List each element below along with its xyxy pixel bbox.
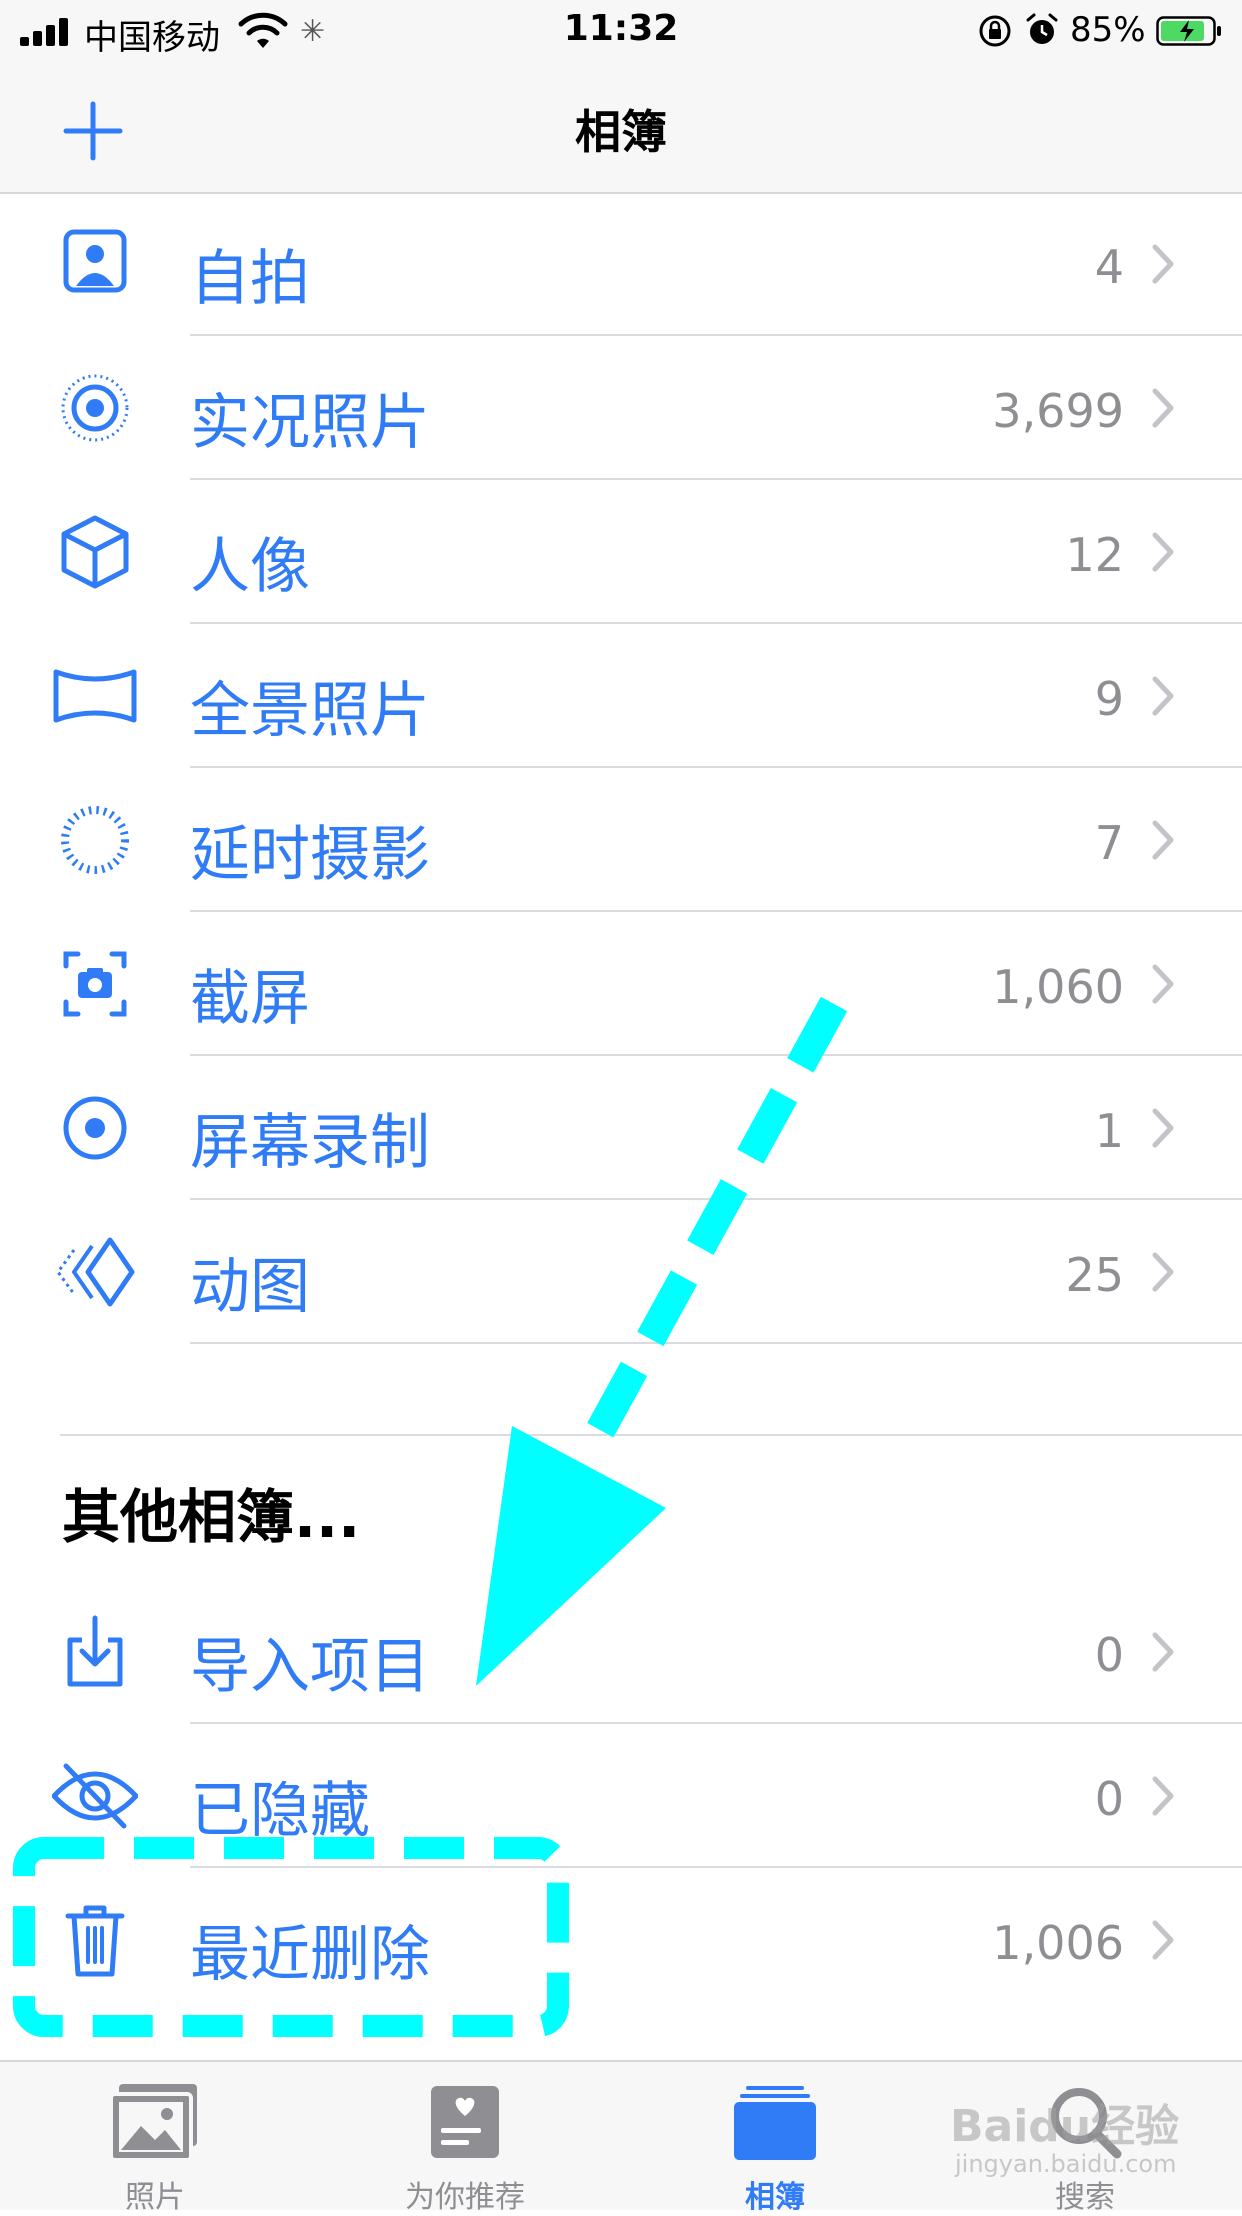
chevron-right-icon bbox=[1152, 1108, 1174, 1148]
album-count: 3,699 bbox=[992, 384, 1124, 438]
screen-recording-icon bbox=[63, 1096, 127, 1160]
chevron-right-icon bbox=[1152, 964, 1174, 1004]
other-albums-heading: 其他相簿... bbox=[62, 1483, 361, 1551]
album-count: 25 bbox=[1065, 1248, 1124, 1302]
album-count: 1 bbox=[1094, 1104, 1124, 1158]
album-row-selfie[interactable]: 自拍 4 bbox=[0, 192, 1242, 336]
hidden-eye-icon bbox=[52, 1763, 138, 1829]
album-row-panorama[interactable]: 全景照片 9 bbox=[0, 624, 1242, 768]
album-count: 4 bbox=[1094, 240, 1124, 294]
page-title: 相簿 bbox=[575, 105, 667, 159]
album-count: 0 bbox=[1094, 1628, 1124, 1682]
album-row-live-photos[interactable]: 实况照片 3,699 bbox=[0, 336, 1242, 480]
chevron-right-icon bbox=[1152, 676, 1174, 716]
alarm-icon bbox=[1026, 13, 1058, 44]
album-label: 自拍 bbox=[190, 244, 310, 314]
chevron-right-icon bbox=[1152, 1920, 1174, 1960]
battery-percent: 85% bbox=[1070, 10, 1146, 50]
tab-photos[interactable]: 照片 bbox=[0, 2062, 310, 2215]
album-count: 1,060 bbox=[992, 960, 1124, 1014]
chevron-right-icon bbox=[1152, 532, 1174, 572]
album-label: 动图 bbox=[190, 1252, 310, 1322]
album-label: 人像 bbox=[190, 532, 310, 602]
row-divider bbox=[190, 1342, 1242, 1344]
watermark-url: jingyan.baidu.com bbox=[955, 2150, 1177, 2178]
rotation-lock-icon bbox=[979, 15, 1011, 47]
watermark-logo: Baidu经验 bbox=[950, 2101, 1180, 2152]
chevron-right-icon bbox=[1152, 388, 1174, 428]
albums-tab-icon bbox=[734, 2086, 816, 2160]
tab-label: 为你推荐 bbox=[405, 2180, 525, 2215]
album-label: 已隐藏 bbox=[190, 1776, 370, 1846]
battery-charging-icon bbox=[1156, 16, 1221, 46]
plus-icon[interactable] bbox=[58, 96, 128, 166]
tab-label: 搜索 bbox=[1055, 2180, 1115, 2215]
trash-icon bbox=[65, 1905, 125, 1977]
tab-for-you[interactable]: 为你推荐 bbox=[310, 2062, 620, 2215]
photos-tab-icon bbox=[109, 2084, 197, 2162]
album-label: 全景照片 bbox=[190, 676, 430, 746]
album-count: 0 bbox=[1094, 1772, 1124, 1826]
album-row-recently-deleted[interactable]: 最近删除 1,006 bbox=[0, 1868, 1242, 2012]
album-row-timelapse[interactable]: 延时摄影 7 bbox=[0, 768, 1242, 912]
album-label: 屏幕录制 bbox=[190, 1108, 430, 1178]
chevron-right-icon bbox=[1152, 1776, 1174, 1816]
signal-strength-icon bbox=[20, 18, 72, 46]
portrait-cube-icon bbox=[61, 515, 129, 589]
album-row-screenshots[interactable]: 截屏 1,060 bbox=[0, 912, 1242, 1056]
tab-label: 照片 bbox=[125, 2180, 185, 2215]
chevron-right-icon bbox=[1152, 820, 1174, 860]
panorama-icon bbox=[53, 669, 137, 723]
album-row-imports[interactable]: 导入项目 0 bbox=[0, 1580, 1242, 1724]
section-divider bbox=[60, 1434, 1242, 1436]
status-bar: 中国移动 ✳ 11:32 85% bbox=[0, 0, 1242, 60]
selfie-icon bbox=[63, 229, 127, 293]
chevron-right-icon bbox=[1152, 1632, 1174, 1672]
chevron-right-icon bbox=[1152, 244, 1174, 284]
album-row-screen-recordings[interactable]: 屏幕录制 1 bbox=[0, 1056, 1242, 1200]
for-you-tab-icon bbox=[431, 2086, 499, 2158]
live-photo-icon bbox=[61, 374, 129, 442]
screenshot-icon bbox=[63, 951, 127, 1017]
navigation-bar: 相簿 bbox=[0, 60, 1242, 194]
animated-icon bbox=[56, 1237, 135, 1307]
album-label: 实况照片 bbox=[190, 388, 430, 458]
album-count: 9 bbox=[1094, 672, 1124, 726]
album-label: 最近删除 bbox=[190, 1920, 430, 1990]
album-label: 导入项目 bbox=[190, 1632, 430, 1702]
album-count: 1,006 bbox=[992, 1916, 1124, 1970]
import-icon bbox=[67, 1615, 123, 1687]
album-label: 延时摄影 bbox=[190, 820, 430, 890]
album-row-portrait[interactable]: 人像 12 bbox=[0, 480, 1242, 624]
album-count: 7 bbox=[1094, 816, 1124, 870]
chevron-right-icon bbox=[1152, 1252, 1174, 1292]
tab-albums[interactable]: 相簿 bbox=[620, 2062, 930, 2215]
wifi-icon bbox=[238, 12, 288, 48]
album-row-hidden[interactable]: 已隐藏 0 bbox=[0, 1724, 1242, 1868]
album-row-animated[interactable]: 动图 25 bbox=[0, 1200, 1242, 1344]
activity-spinner-icon: ✳ bbox=[300, 14, 326, 49]
carrier-name: 中国移动 bbox=[84, 18, 220, 58]
timelapse-icon bbox=[61, 806, 129, 874]
album-label: 截屏 bbox=[190, 964, 310, 1034]
tab-label: 相簿 bbox=[745, 2180, 805, 2215]
album-count: 12 bbox=[1065, 528, 1124, 582]
